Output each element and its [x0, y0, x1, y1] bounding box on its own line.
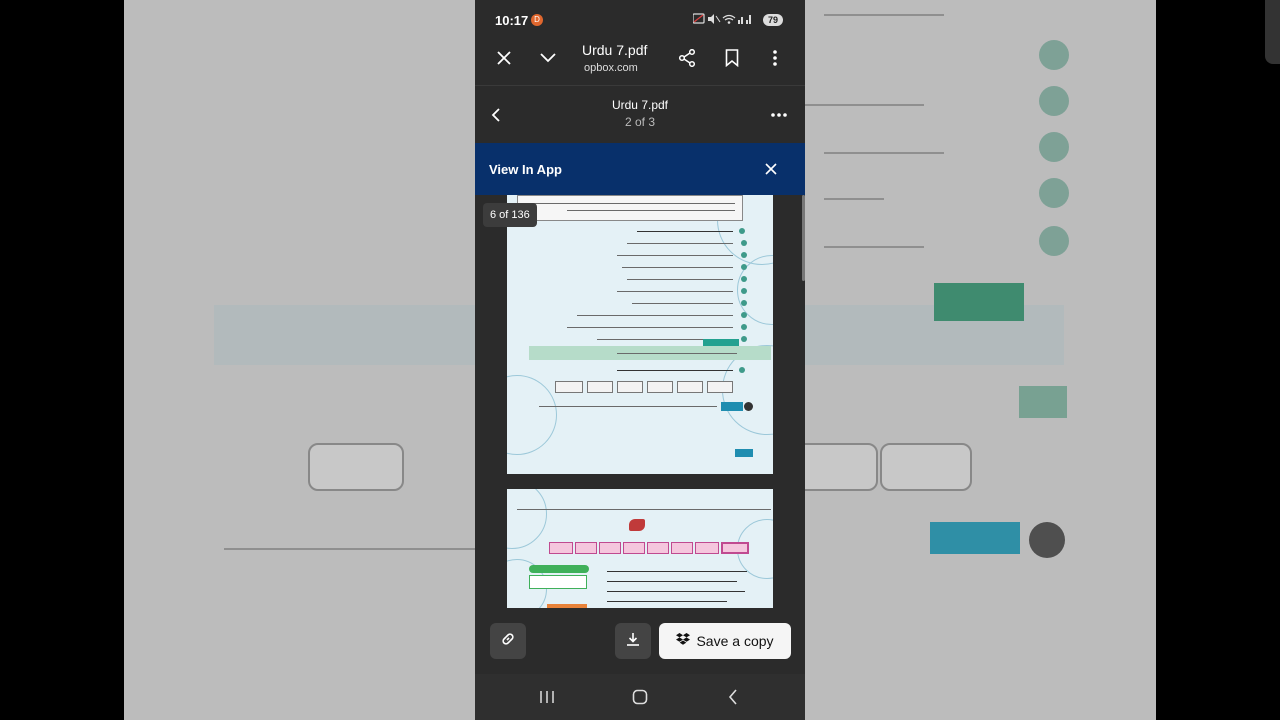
nav-recents-icon[interactable] [535, 685, 559, 709]
signal-wifi-icons [692, 13, 751, 24]
nav-back-icon[interactable] [721, 685, 745, 709]
bottom-toolbar: Save a copy [475, 608, 805, 674]
battery-indicator: 79 [763, 14, 783, 26]
document-title: Urdu 7.pdf [611, 98, 669, 112]
pdf-green-tag [529, 565, 589, 573]
close-icon[interactable] [759, 157, 783, 181]
save-a-copy-label: Save a copy [696, 633, 774, 649]
pdf-red-heading [629, 519, 645, 531]
status-bar: 10:17 D 79 [475, 0, 805, 40]
pdf-viewer[interactable]: 6 of 136 [475, 195, 805, 608]
close-icon[interactable] [492, 46, 516, 70]
dropbox-icon [676, 633, 691, 649]
document-page-info: 2 of 3 [624, 115, 656, 129]
chevron-down-icon[interactable] [536, 46, 560, 70]
download-button[interactable] [615, 623, 651, 659]
background-letterbox-left [0, 0, 124, 720]
more-horizontal-icon[interactable] [767, 103, 791, 127]
file-title: Urdu 7.pdf [582, 42, 648, 58]
background-letterbox-right [1156, 0, 1280, 720]
save-a-copy-button[interactable]: Save a copy [659, 623, 791, 659]
status-icons [692, 13, 753, 28]
system-navigation-bar [475, 674, 805, 720]
view-in-app-label[interactable]: View In App [489, 162, 562, 177]
background-edge-handle [1265, 0, 1280, 64]
nav-home-icon[interactable] [628, 685, 652, 709]
document-header: Urdu 7.pdf 2 of 3 [475, 85, 805, 143]
link-icon [500, 631, 516, 652]
more-vertical-icon[interactable] [763, 46, 787, 70]
share-icon[interactable] [675, 46, 699, 70]
pdf-note-box [529, 575, 587, 589]
notification-badge: D [531, 14, 543, 26]
scrollbar-thumb[interactable] [802, 195, 805, 281]
file-source: opbox.com [584, 62, 638, 74]
copy-link-button[interactable] [490, 623, 526, 659]
app-bar: Urdu 7.pdf opbox.com [475, 40, 805, 84]
download-icon [625, 631, 641, 652]
page-counter: 6 of 136 [483, 203, 537, 227]
view-in-app-banner[interactable]: View In App [475, 143, 805, 195]
pdf-page-thumbnail[interactable] [507, 195, 773, 474]
status-time: 10:17 [495, 13, 529, 28]
bookmark-icon[interactable] [720, 46, 744, 70]
pdf-page-thumbnail[interactable] [507, 489, 773, 608]
pdf-intro-box [517, 195, 743, 221]
phone-screen: 10:17 D 79 Urdu 7.pdf opbox.com Urdu 7.p… [475, 0, 805, 720]
